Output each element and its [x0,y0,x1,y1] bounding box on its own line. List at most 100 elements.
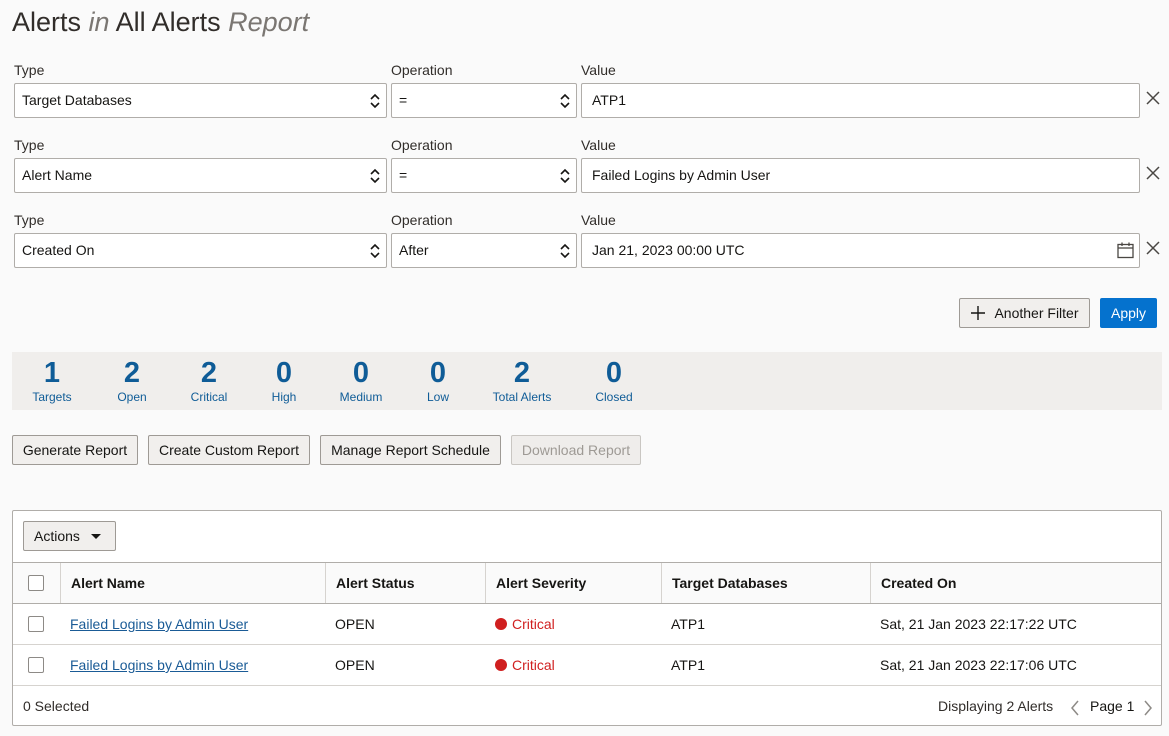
filter-2-type-value: Alert Name [22,167,93,183]
filter-1-operation-label: Operation [391,62,453,78]
filter-1-type-select[interactable]: Target Databases [14,83,387,118]
close-icon[interactable] [1145,90,1161,106]
column-target-databases[interactable]: Target Databases [661,563,870,603]
target-database-cell: ATP1 [671,657,705,673]
column-alert-severity[interactable]: Alert Severity [485,563,661,603]
stat-open-caption: Open [117,390,147,404]
row-checkbox[interactable] [28,657,44,673]
filter-3-operation-value: After [399,242,429,258]
filter-1-operation-select[interactable]: = [391,83,577,118]
alert-severity-cell: Critical [485,604,555,644]
stat-total-alerts[interactable]: 2 Total Alerts [486,356,558,404]
page-title: Alerts in All Alerts Report [12,4,309,40]
filter-1-value-text: ATP1 [592,92,626,108]
actions-menu-button[interactable]: Actions [23,521,116,551]
stat-targets-count: 1 [43,357,61,389]
target-database-cell: ATP1 [671,616,705,632]
apply-button[interactable]: Apply [1100,298,1157,328]
filter-2-type-label: Type [14,137,45,153]
generate-report-button[interactable]: Generate Report [12,435,138,465]
calendar-icon[interactable] [1117,242,1134,259]
download-report-button: Download Report [511,435,641,465]
stat-high-caption: High [271,390,297,404]
chevron-updown-icon [560,168,570,184]
stat-low-caption: Low [426,390,449,404]
stat-critical[interactable]: 2 Critical [184,356,234,404]
close-icon[interactable] [1145,165,1161,181]
title-in: in [88,7,110,37]
filter-1-value-input[interactable]: ATP1 [581,83,1140,118]
alerts-table-panel: Actions Alert Name Alert Status Alert Se… [12,510,1162,726]
stat-targets[interactable]: 1 Targets [24,356,80,404]
row-checkbox[interactable] [28,616,44,632]
stat-total-caption: Total Alerts [492,390,552,404]
create-custom-report-button[interactable]: Create Custom Report [148,435,310,465]
chevron-left-icon[interactable] [1070,700,1080,716]
another-filter-button[interactable]: Another Filter [959,298,1090,328]
filter-1-value-label: Value [581,62,616,78]
table-footer: 0 Selected Displaying 2 Alerts Page 1 [13,686,1161,726]
header-select-cell [13,563,60,603]
filter-2-operation-label: Operation [391,137,453,153]
filter-3-value-label: Value [581,212,616,228]
filter-1-operation-value: = [399,92,408,108]
select-all-checkbox[interactable] [28,575,44,591]
stat-medium-caption: Medium [339,390,383,404]
chevron-right-icon[interactable] [1143,700,1153,716]
chevron-updown-icon [560,243,570,259]
stat-total-count: 2 [513,357,531,389]
column-alert-name[interactable]: Alert Name [60,563,325,603]
alert-summary-strip: 1 Targets 2 Open 2 Critical 0 High 0 Med… [12,352,1162,410]
selected-count: 0 Selected [23,698,90,714]
stat-closed[interactable]: 0 Closed [589,356,639,404]
stat-targets-caption: Targets [32,390,72,404]
filter-1-type-label: Type [14,62,45,78]
stat-open-count: 2 [123,357,141,389]
filter-2-value-text: Failed Logins by Admin User [592,167,771,183]
stat-high-count: 0 [275,357,293,389]
chevron-updown-icon [370,93,380,109]
created-on-cell: Sat, 21 Jan 2023 22:17:22 UTC [880,616,1077,632]
filter-2-operation-value: = [399,167,408,183]
filter-2-value-label: Value [581,137,616,153]
alert-status-cell: OPEN [335,616,375,632]
stat-open[interactable]: 2 Open [107,356,157,404]
stat-closed-caption: Closed [595,390,633,404]
filter-2-value-input[interactable]: Failed Logins by Admin User [581,158,1140,193]
alert-status-cell: OPEN [335,657,375,673]
stat-high[interactable]: 0 High [259,356,309,404]
column-alert-status[interactable]: Alert Status [325,563,485,603]
alert-name-link[interactable]: Failed Logins by Admin User [70,657,248,673]
status-dot-icon [495,618,507,630]
status-dot-icon [495,659,507,671]
alert-name-cell: Failed Logins by Admin User [60,645,248,685]
severity-text: Critical [512,616,555,632]
filter-3-date-input[interactable]: Jan 21, 2023 00:00 UTC [581,233,1140,268]
stat-low-count: 0 [429,357,447,389]
filter-3-type-value: Created On [22,242,95,258]
alert-name-link[interactable]: Failed Logins by Admin User [70,616,248,632]
page-indicator: Page 1 [1090,698,1135,714]
manage-report-schedule-button[interactable]: Manage Report Schedule [320,435,501,465]
stat-medium-count: 0 [352,357,370,389]
filter-3-type-label: Type [14,212,45,228]
filter-2-type-select[interactable]: Alert Name [14,158,387,193]
table-header: Alert Name Alert Status Alert Severity T… [13,562,1161,604]
chevron-updown-icon [370,168,380,184]
stat-low[interactable]: 0 Low [413,356,463,404]
column-created-on[interactable]: Created On [870,563,1161,603]
close-icon[interactable] [1145,240,1161,256]
table-row: Failed Logins by Admin User OPEN Critica… [13,604,1161,645]
chevron-updown-icon [370,243,380,259]
filter-2-operation-select[interactable]: = [391,158,577,193]
title-report-name: All Alerts [115,7,221,37]
filter-1-type-value: Target Databases [22,92,132,108]
filter-3-type-select[interactable]: Created On [14,233,387,268]
stat-medium[interactable]: 0 Medium [333,356,389,404]
alert-name-cell: Failed Logins by Admin User [60,604,248,644]
caret-down-icon [91,534,101,539]
title-report: Report [228,7,310,37]
filter-3-operation-select[interactable]: After [391,233,577,268]
severity-text: Critical [512,657,555,673]
title-alerts: Alerts [12,7,82,37]
